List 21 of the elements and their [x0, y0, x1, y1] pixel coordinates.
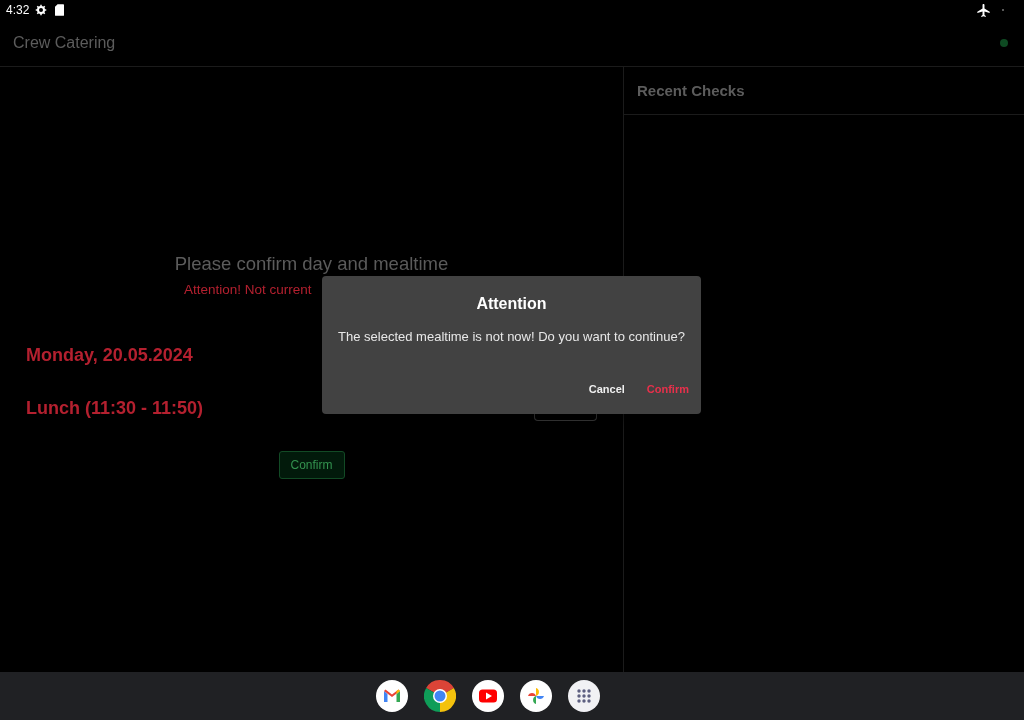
confirm-button[interactable]: Confirm: [278, 451, 345, 479]
dialog-title: Attention: [476, 294, 547, 314]
browser-icon[interactable]: [424, 680, 456, 712]
airplane-icon: [977, 3, 990, 17]
warning-text: Attention! Not current: [184, 281, 312, 299]
status-dot-icon: [1000, 39, 1008, 47]
sd-card-icon: [55, 4, 65, 16]
panel-title: Recent Checks: [637, 80, 745, 101]
play-icon[interactable]: [472, 680, 504, 712]
confirm-button[interactable]: Confirm: [638, 371, 697, 407]
app-grid-icon[interactable]: [568, 680, 600, 712]
mail-icon[interactable]: [376, 680, 408, 712]
status-time: 4:32: [6, 3, 30, 17]
app-title: Crew Catering: [13, 33, 116, 53]
pinwheel-icon[interactable]: [520, 680, 552, 712]
mealtime-label: Lunch (11:30 - 11:50): [26, 396, 204, 420]
dialog-message: The selected mealtime is not now! Do you want to continue?: [338, 328, 685, 346]
gear-icon: [35, 4, 48, 16]
prompt-heading: Please confirm day and mealtime: [174, 252, 449, 276]
cancel-button[interactable]: Cancel: [580, 371, 633, 407]
day-label: Monday, 20.05.2024: [26, 344, 193, 367]
